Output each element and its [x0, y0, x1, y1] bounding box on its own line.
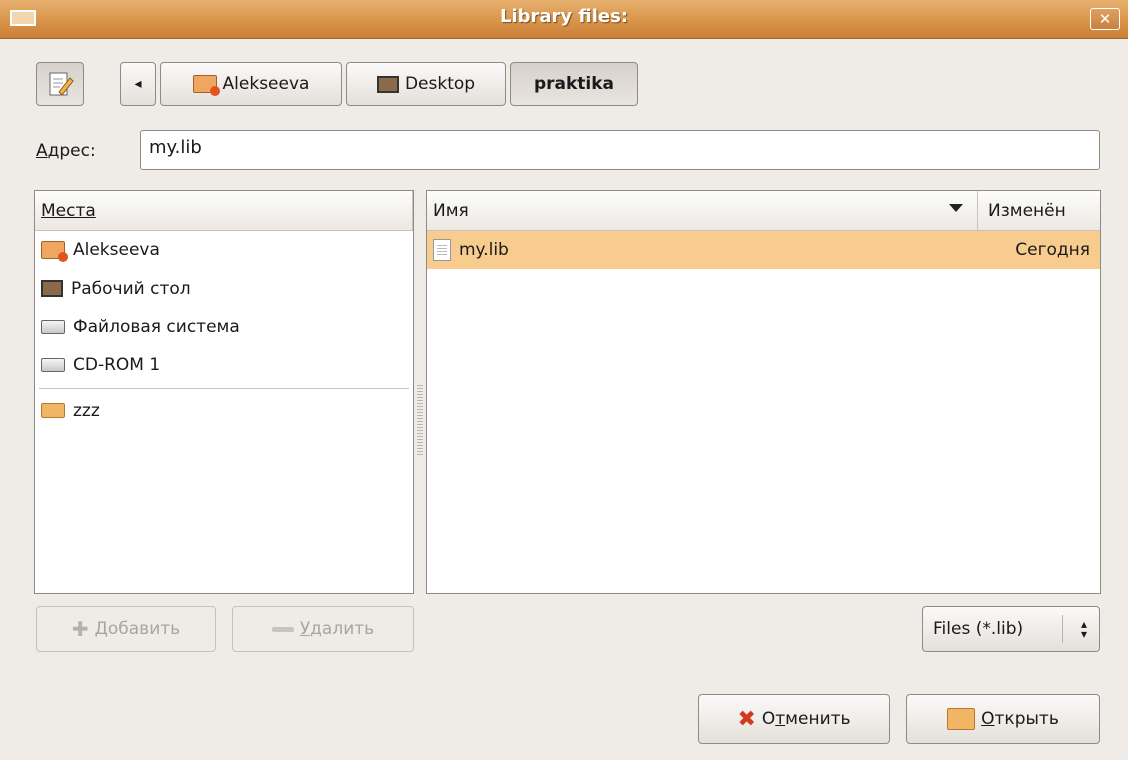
drive-icon [41, 319, 65, 334]
path-button-desktop[interactable]: Desktop [346, 62, 506, 106]
cancel-button[interactable]: ✖ Отменить [698, 694, 890, 744]
path-button-alekseeva[interactable]: Alekseeva [160, 62, 342, 106]
list-item-label: zzz [73, 400, 100, 421]
home-folder-icon [41, 240, 68, 262]
home-folder-icon [192, 75, 220, 96]
list-item-label: Файловая система [73, 316, 240, 337]
places-item-desktop[interactable]: Рабочий стол [35, 270, 413, 307]
file-name: my.lib [459, 240, 509, 260]
up-down-arrows-icon: ▴ ▾ [1080, 617, 1087, 641]
edit-icon [49, 72, 74, 96]
text-file-icon [433, 239, 451, 261]
location-label: Адрес: [36, 141, 96, 161]
add-bookmark-button[interactable]: ✚ Добавить [36, 606, 216, 652]
cancel-x-icon: ✖ [737, 706, 756, 732]
places-item-home[interactable]: Alekseeva [35, 231, 413, 268]
desktop-icon [41, 280, 63, 297]
title-bar: Library files: ✕ [0, 0, 1128, 39]
places-separator [39, 388, 409, 389]
file-row[interactable]: my.lib Сегодня [427, 231, 1100, 269]
files-panel: Имя Изменён my.lib Сегодня [426, 190, 1101, 594]
column-header-name[interactable]: Имя [427, 191, 978, 231]
window-title: Library files: [499, 6, 629, 27]
plus-icon: ✚ [71, 617, 89, 641]
desktop-icon [376, 75, 399, 93]
type-location-toggle[interactable] [36, 62, 84, 106]
path-label: Alekseeva [222, 74, 310, 94]
file-filter-select[interactable]: Files (*.lib) ▴ ▾ [922, 606, 1100, 652]
sort-arrow-down-icon [949, 204, 963, 212]
path-label: Desktop [404, 74, 476, 94]
column-header-modified[interactable]: Изменён [978, 191, 1100, 231]
cancel-label: Отменить [761, 709, 851, 729]
folder-icon [41, 403, 65, 418]
location-input[interactable]: my.lib [140, 130, 1100, 170]
remove-bookmark-label: Удалить [299, 619, 375, 639]
close-button[interactable]: ✕ [1090, 8, 1120, 30]
list-item-label: Alekseeva [73, 239, 160, 260]
open-folder-icon [947, 708, 976, 730]
cdrom-icon [41, 357, 65, 372]
remove-bookmark-button[interactable]: Удалить [232, 606, 414, 652]
path-button-praktika[interactable]: praktika [510, 62, 638, 106]
places-item-cdrom[interactable]: CD-ROM 1 [35, 346, 413, 383]
path-back-button[interactable]: ◂ [120, 62, 156, 106]
list-item-label: CD-ROM 1 [73, 354, 161, 375]
path-label: praktika [533, 74, 615, 94]
places-item-zzz[interactable]: zzz [35, 392, 413, 429]
chevron-left-icon: ◂ [134, 76, 142, 92]
open-button[interactable]: Открыть [906, 694, 1100, 744]
places-item-filesystem[interactable]: Файловая система [35, 308, 413, 345]
places-panel: Места Alekseeva Рабочий стол Файловая си… [34, 190, 414, 594]
open-label: Открыть [981, 709, 1059, 729]
add-bookmark-label: Добавить [94, 619, 181, 639]
places-column-header[interactable]: Места [35, 191, 413, 231]
list-item-label: Рабочий стол [71, 278, 191, 299]
file-modified: Сегодня [1015, 240, 1090, 260]
pane-splitter-handle[interactable] [417, 385, 423, 457]
file-filter-value: Files (*.lib) [933, 619, 1024, 639]
minus-icon [271, 626, 294, 632]
combo-separator [1062, 615, 1063, 643]
